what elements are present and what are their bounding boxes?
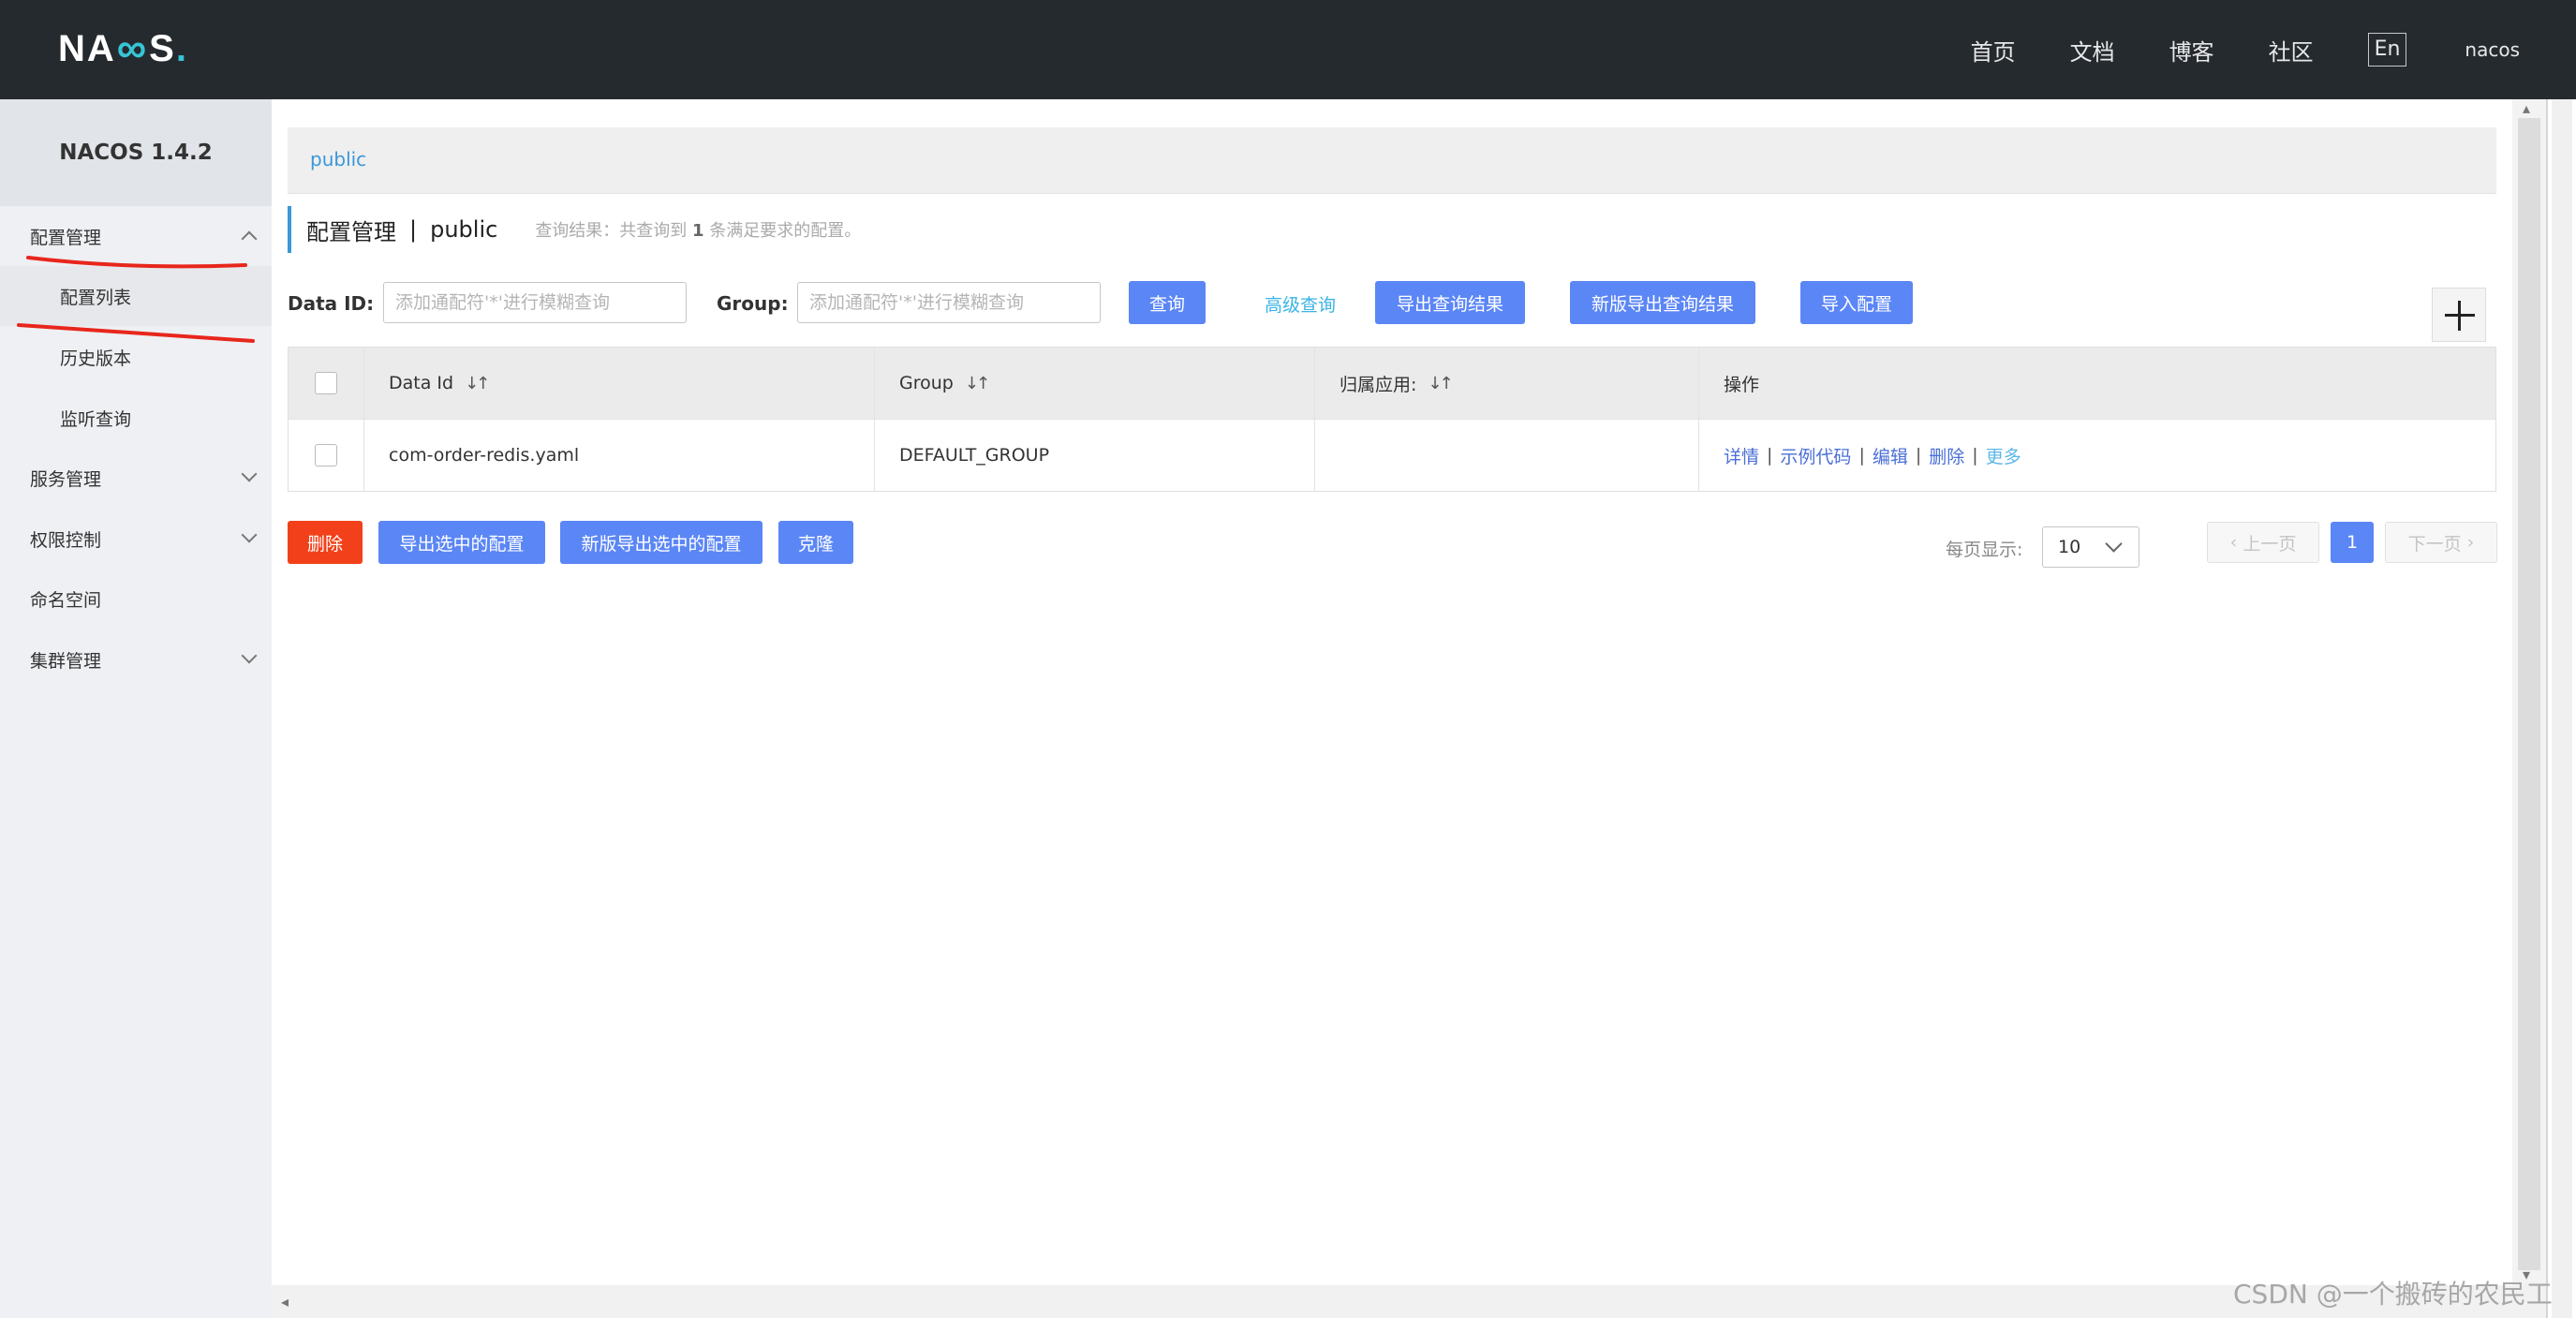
column-group[interactable]: Group ↓↑ (874, 348, 1314, 419)
prev-page-button[interactable]: ‹ 上一页 (2207, 522, 2319, 563)
namespace-bar: public (288, 127, 2496, 194)
column-header-label: Group (899, 373, 954, 393)
chevron-down-icon (241, 466, 258, 482)
export-selected-button[interactable]: 导出选中的配置 (378, 521, 545, 564)
scrollbar-thumb[interactable] (2518, 118, 2540, 1270)
nav-blog-link[interactable]: 博客 (2169, 34, 2214, 67)
sidebar-item-label: 命名空间 (30, 589, 102, 611)
top-header: NA ∞ S. 首页 文档 博客 社区 En nacos (0, 0, 2576, 99)
chevron-up-icon (241, 230, 258, 247)
sidebar-item-label: 权限控制 (30, 529, 102, 551)
config-table: Data Id ↓↑ Group ↓↑ 归属应用: ↓↑ 操作 com-orde… (288, 347, 2496, 492)
horizontal-scrollbar[interactable]: ◂ (272, 1285, 2546, 1318)
top-nav: 首页 文档 博客 社区 En nacos (1971, 0, 2576, 99)
chevron-down-icon (241, 647, 258, 664)
infinity-logo-icon: ∞ (116, 25, 149, 71)
row-checkbox[interactable] (315, 444, 337, 466)
sidebar-item-config-management[interactable]: 配置管理 (0, 206, 272, 266)
page-number-current[interactable]: 1 (2331, 522, 2374, 563)
sidebar-item-cluster-management[interactable]: 集群管理 (0, 629, 272, 689)
sidebar-item-label: 历史版本 (60, 348, 132, 369)
export-results-button[interactable]: 导出查询结果 (1375, 281, 1525, 324)
title-separator: | (409, 216, 418, 243)
new-export-results-button[interactable]: 新版导出查询结果 (1570, 281, 1755, 324)
chevron-down-icon (241, 526, 258, 543)
delete-link[interactable]: 删除 (1929, 443, 1964, 468)
sidebar-item-label: 配置管理 (30, 227, 102, 248)
column-operations: 操作 (1698, 348, 2495, 419)
main-content: public 配置管理 | public 查询结果：共查询到 1 条满足要求的配… (272, 99, 2512, 1284)
nacos-logo[interactable]: NA ∞ S. (58, 21, 188, 77)
column-header-label: Data Id (389, 373, 454, 393)
cell-group: DEFAULT_GROUP (874, 420, 1314, 491)
nav-docs-link[interactable]: 文档 (2070, 34, 2115, 67)
sample-code-link[interactable]: 示例代码 (1780, 443, 1851, 468)
cell-data-id: com-order-redis.yaml (363, 420, 874, 491)
column-app[interactable]: 归属应用: ↓↑ (1314, 348, 1698, 419)
sidebar-item-label: 配置列表 (60, 287, 132, 308)
sort-icon[interactable]: ↓↑ (965, 374, 990, 393)
namespace-tab-public[interactable]: public (310, 148, 366, 170)
chevron-right-icon: › (2461, 532, 2475, 553)
advanced-query-link[interactable]: 高级查询 (1265, 291, 1336, 317)
chevron-left-icon: ‹ (2229, 532, 2243, 553)
group-input[interactable] (797, 282, 1101, 323)
sidebar-item-config-list[interactable]: 配置列表 (0, 266, 272, 326)
import-config-button[interactable]: 导入配置 (1800, 281, 1913, 324)
user-name[interactable]: nacos (2465, 38, 2520, 61)
vertical-scrollbar[interactable]: ▴ ▾ (2512, 99, 2546, 1285)
scroll-left-icon[interactable]: ◂ (281, 1293, 289, 1311)
sidebar-item-access-control[interactable]: 权限控制 (0, 509, 272, 569)
scroll-up-icon[interactable]: ▴ (2523, 99, 2530, 117)
sort-icon[interactable]: ↓↑ (465, 374, 490, 393)
chevron-down-icon (2105, 535, 2123, 553)
data-id-input[interactable] (383, 282, 687, 323)
more-link[interactable]: 更多 (1986, 443, 2021, 468)
next-page-button[interactable]: 下一页 › (2385, 522, 2497, 563)
scrollbar-track (2552, 99, 2572, 1318)
sidebar-item-label: 监听查询 (60, 408, 132, 430)
sidebar-version-title: NACOS 1.4.2 (0, 99, 272, 206)
sidebar-item-label: 集群管理 (30, 650, 102, 672)
table-row: com-order-redis.yaml DEFAULT_GROUP 详情 | … (289, 419, 2495, 491)
sidebar-item-label: 服务管理 (30, 468, 102, 490)
cell-operations: 详情 | 示例代码 | 编辑 | 删除 | 更多 (1698, 420, 2495, 491)
sort-icon[interactable]: ↓↑ (1428, 374, 1453, 393)
query-button[interactable]: 查询 (1129, 281, 1206, 324)
column-data-id[interactable]: Data Id ↓↑ (363, 348, 874, 419)
sidebar-item-history[interactable]: 历史版本 (0, 327, 272, 387)
table-header-row: Data Id ↓↑ Group ↓↑ 归属应用: ↓↑ 操作 (289, 348, 2495, 419)
add-config-icon[interactable] (2432, 288, 2486, 342)
select-all-checkbox[interactable] (315, 372, 337, 394)
sidebar-item-service-management[interactable]: 服务管理 (0, 448, 272, 508)
data-id-label: Data ID: (288, 292, 375, 315)
query-result-summary: 查询结果：共查询到 1 条满足要求的配置。 (535, 221, 862, 241)
sidebar-item-listener-query[interactable]: 监听查询 (0, 388, 272, 448)
window-scrollbar[interactable] (2546, 99, 2576, 1318)
detail-link[interactable]: 详情 (1724, 443, 1759, 468)
new-export-selected-button[interactable]: 新版导出选中的配置 (560, 521, 762, 564)
clone-button[interactable]: 克隆 (778, 521, 853, 564)
nav-home-link[interactable]: 首页 (1971, 34, 2016, 67)
group-label: Group: (717, 292, 789, 315)
column-header-label: 归属应用: (1340, 374, 1417, 395)
per-page-label: 每页显示: (1946, 540, 2023, 560)
per-page-select[interactable]: 10 (2042, 526, 2139, 568)
edit-link[interactable]: 编辑 (1873, 443, 1908, 468)
sidebar-item-namespace[interactable]: 命名空间 (0, 569, 272, 629)
cell-app (1314, 420, 1698, 491)
page-title-text: 配置管理 (306, 218, 396, 245)
page-title: 配置管理 | public 查询结果：共查询到 1 条满足要求的配置。 (288, 206, 861, 253)
column-header-label: 操作 (1724, 374, 1760, 395)
per-page-value: 10 (2058, 537, 2081, 557)
csdn-watermark: CSDN @一个搬砖的农民工 (2233, 1279, 2553, 1310)
page-title-namespace: public (430, 216, 498, 243)
nav-community-link[interactable]: 社区 (2269, 34, 2314, 67)
language-toggle-button[interactable]: En (2367, 33, 2407, 67)
bulk-delete-button[interactable]: 删除 (288, 521, 363, 564)
sidebar: NACOS 1.4.2 配置管理 配置列表 历史版本 监听查询 服务管理 权限控… (0, 99, 272, 1318)
